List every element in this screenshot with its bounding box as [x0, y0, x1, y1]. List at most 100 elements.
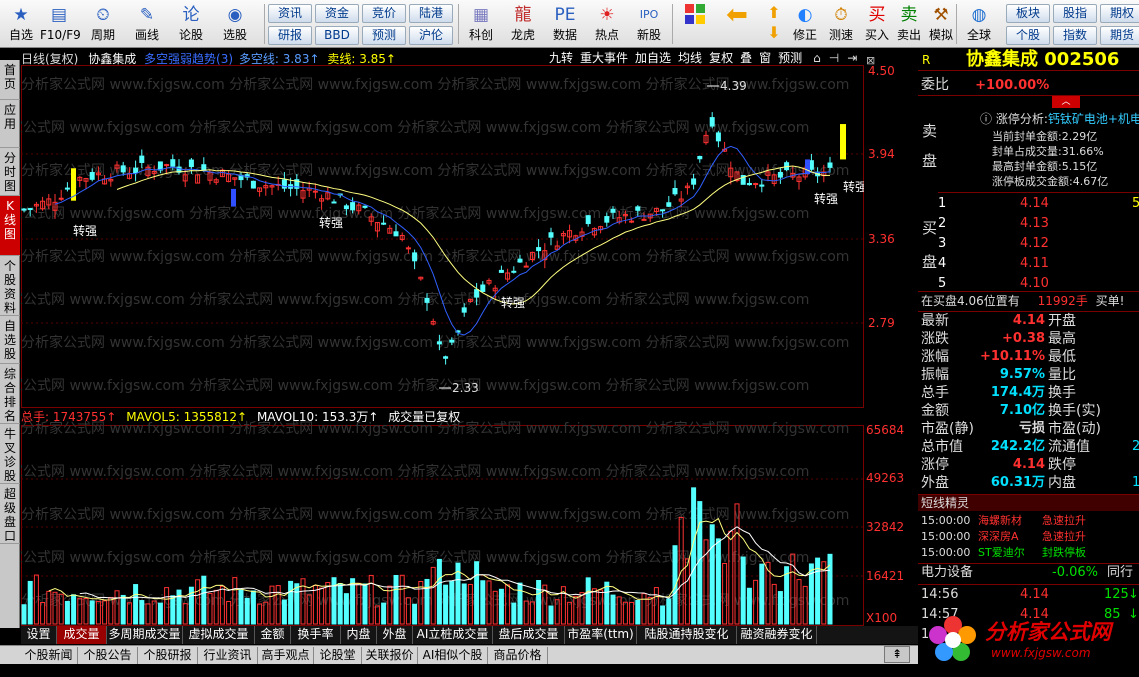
toolbar-button-4[interactable]: 论论股 [172, 1, 210, 47]
quick-button[interactable]: 研报 [268, 26, 312, 45]
toolbar-button-0[interactable]: ▦ 科创 [462, 1, 500, 47]
left-tab-2[interactable]: 分时图 [0, 148, 20, 196]
indicator-tab[interactable]: 市盈率(ttm) [565, 626, 637, 644]
left-tab-0[interactable]: 首页 [0, 60, 20, 100]
lock-icon[interactable]: ⌂ [813, 51, 821, 65]
info-tab[interactable]: 论股堂 [314, 647, 362, 664]
info-tab[interactable]: AI相似个股 [418, 647, 488, 664]
info-tab[interactable]: 个股新闻 [20, 647, 78, 664]
chart-menu-item[interactable]: 九转 [549, 51, 573, 65]
info-tab[interactable]: 个股公告 [78, 647, 138, 664]
left-tab-3[interactable]: K线图 [0, 196, 20, 256]
chart-close-icon[interactable]: ⊠ [866, 54, 875, 68]
short-list-item[interactable]: 15:00:00 海螺新材 急速拉升 [918, 513, 1139, 529]
toolbar-button-0[interactable]: ★ 自选 [2, 1, 40, 47]
toolbar-button-3[interactable]: ✎ 画线 [128, 1, 166, 47]
quick-button[interactable]: 板块 [1006, 4, 1050, 23]
bid-row[interactable]: 1 4.14 5 [918, 195, 1139, 213]
collapse-up-icon[interactable]: ︿ [1052, 96, 1080, 108]
indicator-tab[interactable]: 金额 [255, 626, 291, 644]
toolbar-button-label: 测速 [828, 28, 853, 42]
indicator-tab[interactable]: 虚拟成交量 [183, 626, 255, 644]
kline-chart-area[interactable]: 分析家公式网 www.fxjgsw.com 分析家公式网 www.fxjgsw.… [21, 49, 864, 627]
toolbar-button-1[interactable]: ⏱ 测速 [822, 1, 860, 47]
chart-menu-item[interactable]: 均线 [678, 51, 702, 65]
info-tab[interactable]: 商品价格 [488, 647, 548, 664]
toolbar-button-1[interactable]: ▤ F10/F9 [40, 1, 81, 47]
toolbar-button-3[interactable]: ☀ 热点 [588, 1, 626, 47]
quick-button[interactable]: 期货 [1100, 26, 1139, 45]
back-button[interactable]: ⬅ [720, 1, 754, 47]
chart-menu-item[interactable]: 加自选 [635, 51, 671, 65]
info-tab[interactable]: 高手观点 [258, 647, 314, 664]
toolbar-button-2[interactable]: ⏲ 周期 [84, 1, 122, 47]
limit-row: 当前封单金额:2.29亿 [992, 130, 1098, 143]
indicator-tab[interactable]: 设置 [21, 626, 57, 644]
chart-menu-item[interactable]: 叠 [740, 51, 752, 65]
toolbar-button-5[interactable]: ◍ 全球 [960, 1, 998, 47]
indicator-tab[interactable]: 陆股通持股变化 [637, 626, 737, 644]
info-tab[interactable]: 行业资讯 [198, 647, 258, 664]
watermark-text: 分析家公式网 www.fxjgsw.com 分析家公式网 www.fxjgsw.… [21, 248, 849, 265]
scroll-top-icon[interactable]: ⇞ [884, 646, 910, 663]
quick-button[interactable]: 股指 [1053, 4, 1097, 23]
left-tab-5[interactable]: 自选股 [0, 316, 20, 364]
indicator-tab[interactable]: 成交量 [57, 626, 107, 644]
quick-button[interactable]: 陆港 [409, 4, 453, 23]
globe-icon: ◍ [971, 5, 987, 25]
chart-menu-item[interactable]: 预测 [778, 51, 802, 65]
indicator-tab[interactable]: 融资融券变化 [737, 626, 817, 644]
indicator-tab[interactable]: 换手率 [291, 626, 341, 644]
toolbar-button-5[interactable]: ◉ 选股 [216, 1, 254, 47]
toolbar-button-1[interactable]: 龍龙虎 [504, 1, 542, 47]
toolbar-button-4[interactable]: IPO 新股 [630, 1, 668, 47]
left-tab-8[interactable]: 超级盘口 [0, 484, 20, 544]
quick-button[interactable]: 期权 [1100, 4, 1139, 23]
short-list-item[interactable]: 15:00:00 深深房A 急速拉升 [918, 529, 1139, 545]
candle-body [343, 205, 349, 210]
chart-menu-item[interactable]: 复权 [709, 51, 733, 65]
chart-menu-item[interactable]: 窗 [759, 51, 771, 65]
left-tab-1[interactable]: 应用 [0, 100, 20, 148]
limit-tags[interactable]: 钙钛矿电池+机电 [1048, 112, 1139, 126]
left-tab-4[interactable]: 个股资料 [0, 256, 20, 316]
arrow-down-icon: ↓ [1128, 587, 1139, 602]
volume-bar [709, 524, 715, 625]
short-list-item[interactable]: 15:00:00 ST爱迪尔 封跌停板 [918, 545, 1139, 561]
indicator-tab[interactable]: 内盘 [341, 626, 377, 644]
quick-button[interactable]: 竞价 [362, 4, 406, 23]
toolbar-button-0[interactable]: ◐ 修正 [786, 1, 824, 47]
pin-icon[interactable]: ⊣ [829, 51, 839, 65]
quick-button[interactable]: 资讯 [268, 4, 312, 23]
page-updown-button[interactable]: ⬆ ⬇ [760, 1, 782, 47]
bid-row[interactable]: 4 4.11 [918, 255, 1139, 273]
bid-row[interactable]: 2 4.13 [918, 215, 1139, 233]
candle-body [517, 258, 523, 263]
candle-body [660, 209, 666, 212]
chart-menu-item[interactable]: 重大事件 [580, 51, 628, 65]
quick-button[interactable]: 指数 [1053, 26, 1097, 45]
toolbar-button-label: F10/F9 [40, 28, 81, 42]
quick-button[interactable]: BBD [315, 26, 359, 45]
layout-grid-button[interactable] [680, 1, 710, 47]
quick-button[interactable]: 预测 [362, 26, 406, 45]
candle-body [381, 222, 387, 225]
indicator-tab[interactable]: 多周期成交量 [107, 626, 183, 644]
info-tab[interactable]: 个股研报 [138, 647, 198, 664]
quick-button[interactable]: 个股 [1006, 26, 1050, 45]
info-tab[interactable]: 关联报价 [362, 647, 418, 664]
indicator-tab[interactable]: 盘后成交量 [493, 626, 565, 644]
left-tab-7[interactable]: 牛叉诊股 [0, 424, 20, 484]
toolbar-button-label: 画线 [134, 28, 159, 42]
chart-indicator-name[interactable]: 多空强弱趋势(3) [144, 52, 233, 66]
indicator-tab[interactable]: 外盘 [377, 626, 413, 644]
candle-body [362, 205, 368, 208]
indicator-tab[interactable]: AI立桩成交量 [413, 626, 493, 644]
quick-button[interactable]: 沪伦 [409, 26, 453, 45]
quick-button[interactable]: 资金 [315, 4, 359, 23]
sector-row[interactable]: 电力设备 -0.06% 同行 [918, 564, 1139, 582]
toolbar-button-2[interactable]: PE 数据 [546, 1, 584, 47]
toolbar-button-4[interactable]: ⚒ 模拟 [922, 1, 960, 47]
bid-row[interactable]: 3 4.12 [918, 235, 1139, 253]
expand-icon[interactable]: ⇥ [847, 51, 857, 65]
